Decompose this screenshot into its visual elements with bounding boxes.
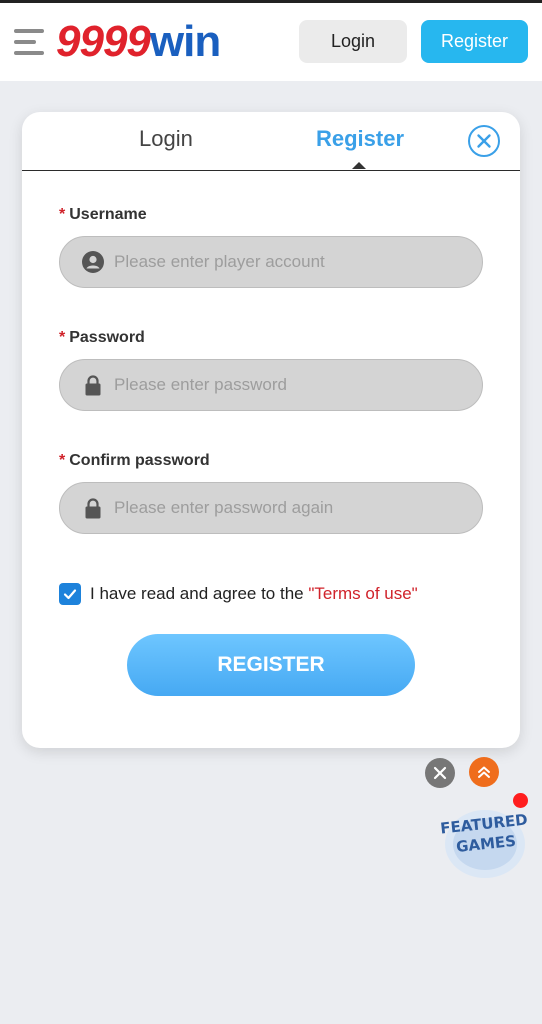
confirm-password-label-text: Confirm password (69, 452, 210, 469)
logo-word: win (149, 17, 221, 66)
close-icon[interactable] (468, 125, 500, 157)
password-label-text: Password (69, 329, 145, 346)
password-label: * Password (59, 329, 145, 347)
terms-agreement: I have read and agree to the "Terms of u… (59, 582, 418, 606)
password-input[interactable] (112, 374, 482, 396)
required-mark: * (59, 206, 66, 223)
password-field[interactable] (59, 359, 483, 411)
username-label: * Username (59, 206, 147, 224)
tab-login[interactable]: Login (139, 126, 193, 152)
close-icon (433, 766, 447, 780)
floating-close-button[interactable] (425, 758, 455, 788)
active-tab-pointer (352, 162, 366, 169)
header-login-button[interactable]: Login (299, 20, 407, 63)
agree-label: I have read and agree to the (90, 584, 309, 603)
confirm-password-field[interactable] (59, 482, 483, 534)
agree-text: I have read and agree to the "Terms of u… (90, 584, 418, 604)
hamburger-menu-icon[interactable] (14, 29, 44, 57)
username-field[interactable] (59, 236, 483, 288)
scroll-top-button[interactable] (469, 757, 499, 787)
required-mark: * (59, 329, 66, 346)
register-modal: Login Register *Username *Password (22, 112, 520, 748)
double-chevron-up-icon (478, 766, 490, 778)
modal-tabs: Login Register (22, 112, 520, 171)
user-icon (82, 251, 104, 273)
site-logo[interactable]: 9999 win (56, 17, 221, 69)
lock-icon (85, 375, 101, 396)
required-mark: * (59, 452, 66, 469)
tab-register[interactable]: Register (316, 126, 404, 152)
username-input[interactable] (112, 251, 482, 273)
terms-of-use-link[interactable]: "Terms of use" (308, 584, 417, 603)
notification-dot (513, 793, 528, 808)
check-icon (63, 589, 77, 600)
header: 9999 win Login Register (0, 3, 542, 81)
confirm-password-label: * Confirm password (59, 452, 210, 470)
logo-number: 9999 (56, 17, 151, 66)
username-label-text: Username (69, 206, 147, 223)
register-submit-button[interactable]: REGISTER (127, 634, 415, 696)
header-register-button[interactable]: Register (421, 20, 528, 63)
lock-icon (85, 498, 101, 519)
featured-games-badge[interactable]: FEATURED GAMES (439, 802, 530, 882)
confirm-password-input[interactable] (112, 497, 482, 519)
terms-checkbox[interactable] (59, 583, 81, 605)
